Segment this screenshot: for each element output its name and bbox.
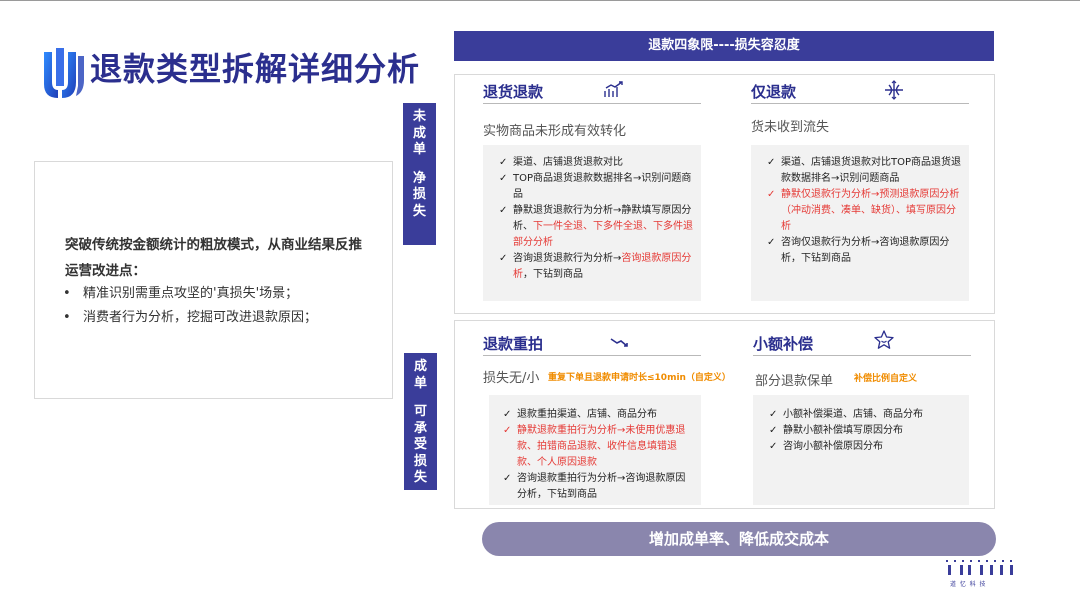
list-item: ✓ 静默仅退款行为分析→预测退款原因分析（冲动消费、凑单、缺货）、填写原因分析 bbox=[767, 189, 960, 232]
list-item: ✓ 静默退款重拍行为分析→未使用优惠退款、拍错商品退款、收件信息填错退款、个人原因… bbox=[503, 425, 686, 468]
quadrant-title-reorder: 退款重拍 bbox=[483, 335, 544, 353]
quadrant-title-return-refund: 退货退款 bbox=[483, 83, 544, 101]
page-title: 退款类型拆解详细分析 bbox=[90, 50, 421, 88]
goal-pill: 增加成单率、降低成交成本 bbox=[482, 522, 996, 556]
quadrant-detail-box: ✓ 退款重拍渠道、店铺、商品分布 ✓ 静默退款重拍行为分析→未使用优惠退款、拍错商品… bbox=[489, 395, 701, 505]
summary-box: 突破传统按金额统计的粗放模式，从商业结果反推运营改进点： • 精准识别需重点攻坚的… bbox=[34, 161, 393, 399]
top-divider bbox=[0, 0, 1080, 1]
quadrant-detail-box: ✓ 小额补偿渠道、店铺、商品分布 ✓ 静默小额补偿填写原因分布 ✓ 咨询小额补偿原因分… bbox=[753, 395, 969, 505]
label-finished-acceptable-loss: 成 单 可 承 受 损 失 bbox=[404, 353, 437, 490]
quadrant-subtitle: 货未收到流失 bbox=[751, 120, 830, 135]
list-item: ✓ 小额补偿渠道、店铺、商品分布 bbox=[769, 409, 923, 420]
title-underline bbox=[483, 103, 701, 104]
list-item: • 消费者行为分析，挖掘可改进退款原因； bbox=[63, 310, 318, 325]
quadrant-detail-box: ✓ 渠道、店铺退货退款对比 ✓ TOP商品退货退款数据排名→识别问题商品 ✓ 静默退货… bbox=[483, 145, 701, 301]
summary-list: • 精准识别需重点攻坚的'真损失'场景； • 消费者行为分析，挖掘可改进退款原因； bbox=[63, 282, 383, 330]
rising-chart-icon bbox=[604, 81, 623, 97]
list-item: ✓ 静默退货退款行为分析→静默填写原因分析、下一件全退、下多件全退、下多件退部分分… bbox=[499, 205, 693, 248]
list-item: ✓ 渠道、店铺退货退款对比TOP商品退货退款数据排名→识别问题商品 bbox=[767, 157, 962, 184]
quadrant-title-small-compensation: 小额补偿 bbox=[753, 335, 814, 353]
quadrant-note: 补偿比例自定义 bbox=[854, 374, 918, 384]
summary-heading: 突破传统按金额统计的粗放模式，从商业结果反推运营改进点： bbox=[65, 237, 362, 279]
title-underline bbox=[753, 355, 971, 356]
falling-trend-icon bbox=[610, 338, 628, 347]
list-item: ✓ 退款重拍渠道、店铺、商品分布 bbox=[503, 409, 657, 420]
title-underline bbox=[751, 103, 969, 104]
quadrant-panel-top: 退货退款 实物商品未形成有效转化 ✓ 渠道、店铺退货退款对比 ✓ TOP商品退货退款… bbox=[454, 74, 995, 314]
quadrant-subtitle: 实物商品未形成有效转化 bbox=[483, 124, 627, 139]
label-unfinished-net-loss: 未 成 单 净 损 失 bbox=[403, 103, 436, 245]
list-item: ✓ 咨询小额补偿原因分布 bbox=[769, 441, 883, 452]
list-item: ✓ TOP商品退货退款数据排名→识别问题商品 bbox=[499, 173, 692, 200]
quadrant-detail-box: ✓ 渠道、店铺退货退款对比TOP商品退货退款数据排名→识别问题商品 ✓ 静默仅退款行… bbox=[751, 145, 969, 301]
list-item: ✓ 咨询退款重拍行为分析→咨询退款原因分析，下钻到商品 bbox=[503, 473, 686, 500]
quadrant-subtitle: 损失无/小 bbox=[483, 371, 540, 386]
quadrant-title-refund-only: 仅退款 bbox=[751, 83, 797, 101]
title-underline bbox=[483, 355, 701, 356]
u-shape-logo-icon bbox=[44, 48, 84, 98]
intersect-arrows-icon bbox=[885, 80, 903, 100]
quadrant-panel-bottom: 退款重拍 损失无/小 重复下单且退款申请时长≤10min（自定义） ✓ 退款重拍渠… bbox=[454, 320, 995, 509]
quadrant-banner: 退款四象限----损失容忍度 bbox=[454, 31, 994, 61]
brand-text: 道 忆 科 技 bbox=[950, 581, 986, 588]
list-item: ✓ 咨询仅退款行为分析→咨询退款原因分析，下钻到商品 bbox=[767, 237, 950, 264]
quadrant-note: 重复下单且退款申请时长≤10min（自定义） bbox=[548, 373, 731, 383]
list-item: • 精准识别需重点攻坚的'真损失'场景； bbox=[63, 286, 299, 301]
star-icon bbox=[874, 330, 894, 349]
list-item: ✓ 咨询退货退款行为分析→咨询退款原因分析，下钻到商品 bbox=[499, 253, 692, 280]
list-item: ✓ 静默小额补偿填写原因分布 bbox=[769, 425, 903, 436]
quadrant-subtitle: 部分退款保单 bbox=[755, 374, 834, 389]
list-item: ✓ 渠道、店铺退货退款对比 bbox=[499, 157, 623, 168]
